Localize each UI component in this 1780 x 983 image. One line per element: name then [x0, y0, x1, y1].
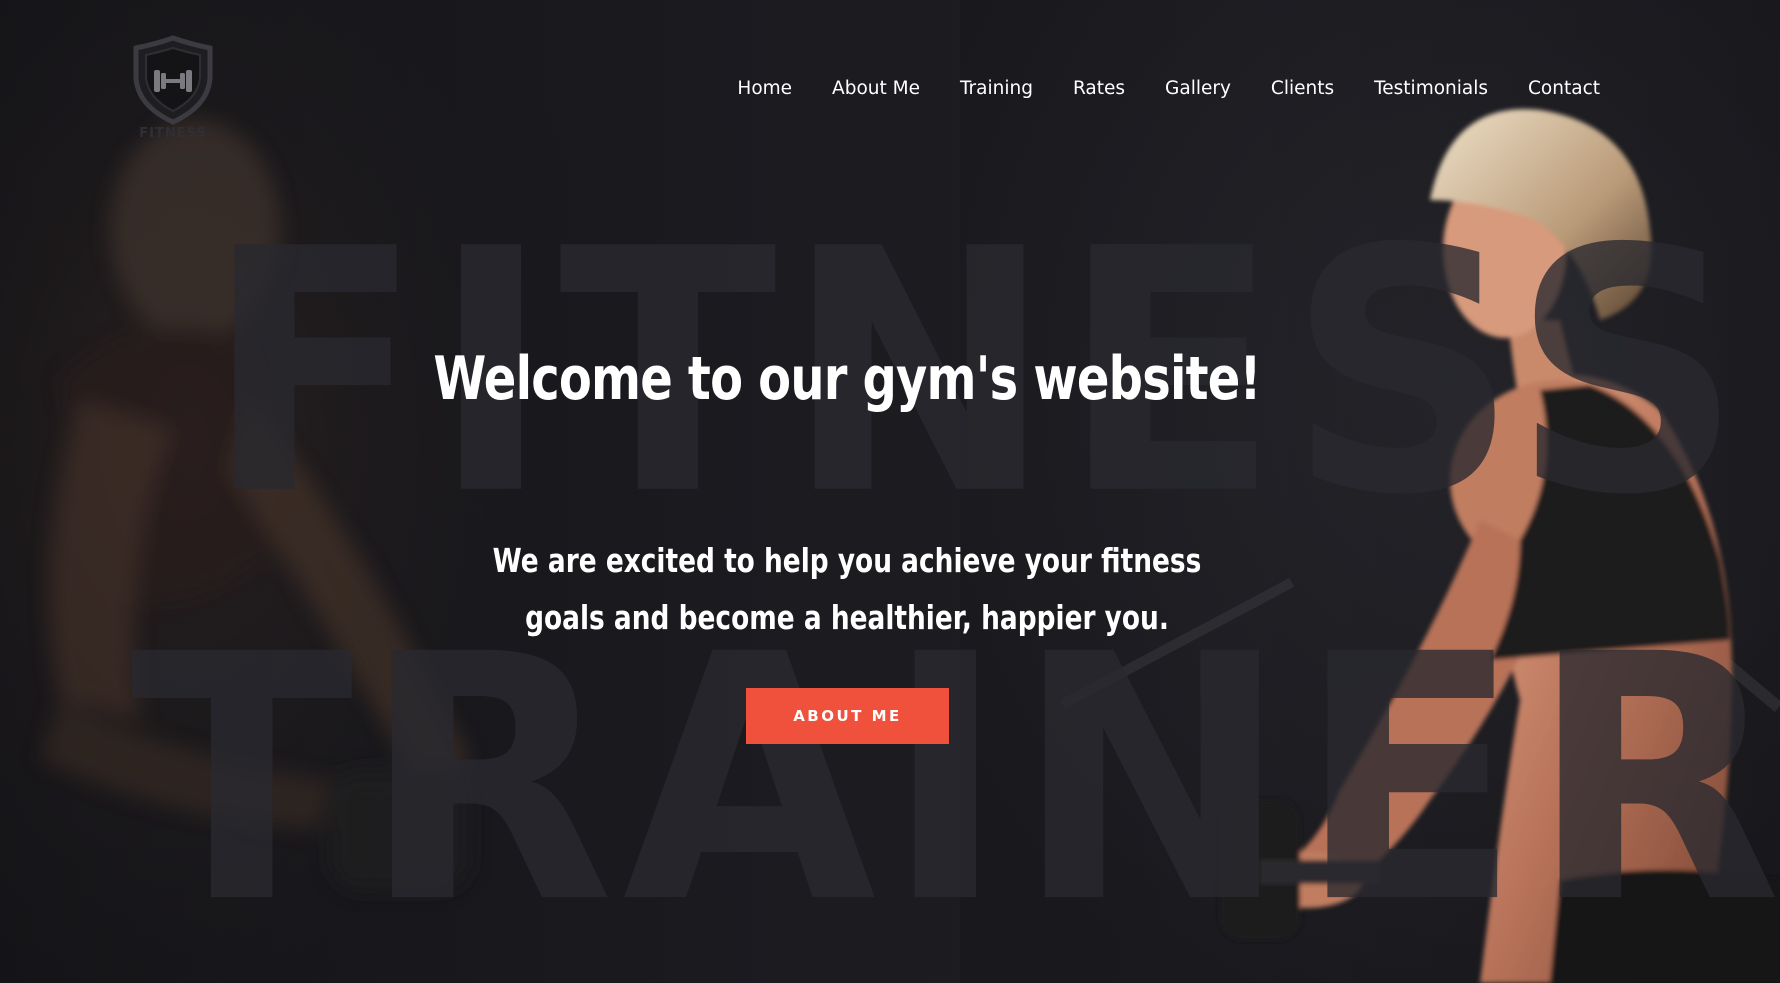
hero-section: FITNESS TRAINER FITNESS Home About Me Tr… [0, 0, 1780, 983]
nav-item-training[interactable]: Training [960, 78, 1033, 99]
hero-subtitle-line-2: goals and become a healthier, happier yo… [525, 598, 1169, 637]
hero-subtitle-line-1: We are excited to help you achieve your … [492, 541, 1202, 580]
nav-item-rates[interactable]: Rates [1073, 78, 1125, 99]
nav-item-clients[interactable]: Clients [1271, 78, 1334, 99]
hero-subtitle: We are excited to help you achieve your … [169, 532, 1524, 646]
main-nav: Home About Me Training Rates Gallery Cli… [700, 78, 1600, 99]
nav-item-about-me[interactable]: About Me [832, 78, 920, 99]
hero-title: Welcome to our gym's website! [433, 344, 1261, 414]
nav-item-gallery[interactable]: Gallery [1165, 78, 1231, 99]
nav-item-testimonials[interactable]: Testimonials [1374, 78, 1488, 99]
nav-item-contact[interactable]: Contact [1528, 78, 1600, 99]
dumbbell-shield-icon [133, 35, 213, 125]
about-me-button[interactable]: ABOUT ME [746, 688, 949, 744]
logo-text: FITNESS [139, 126, 207, 141]
site-logo[interactable]: FITNESS [130, 34, 216, 146]
nav-item-home[interactable]: Home [737, 78, 792, 99]
background-word-trainer: TRAINER [130, 582, 1780, 978]
